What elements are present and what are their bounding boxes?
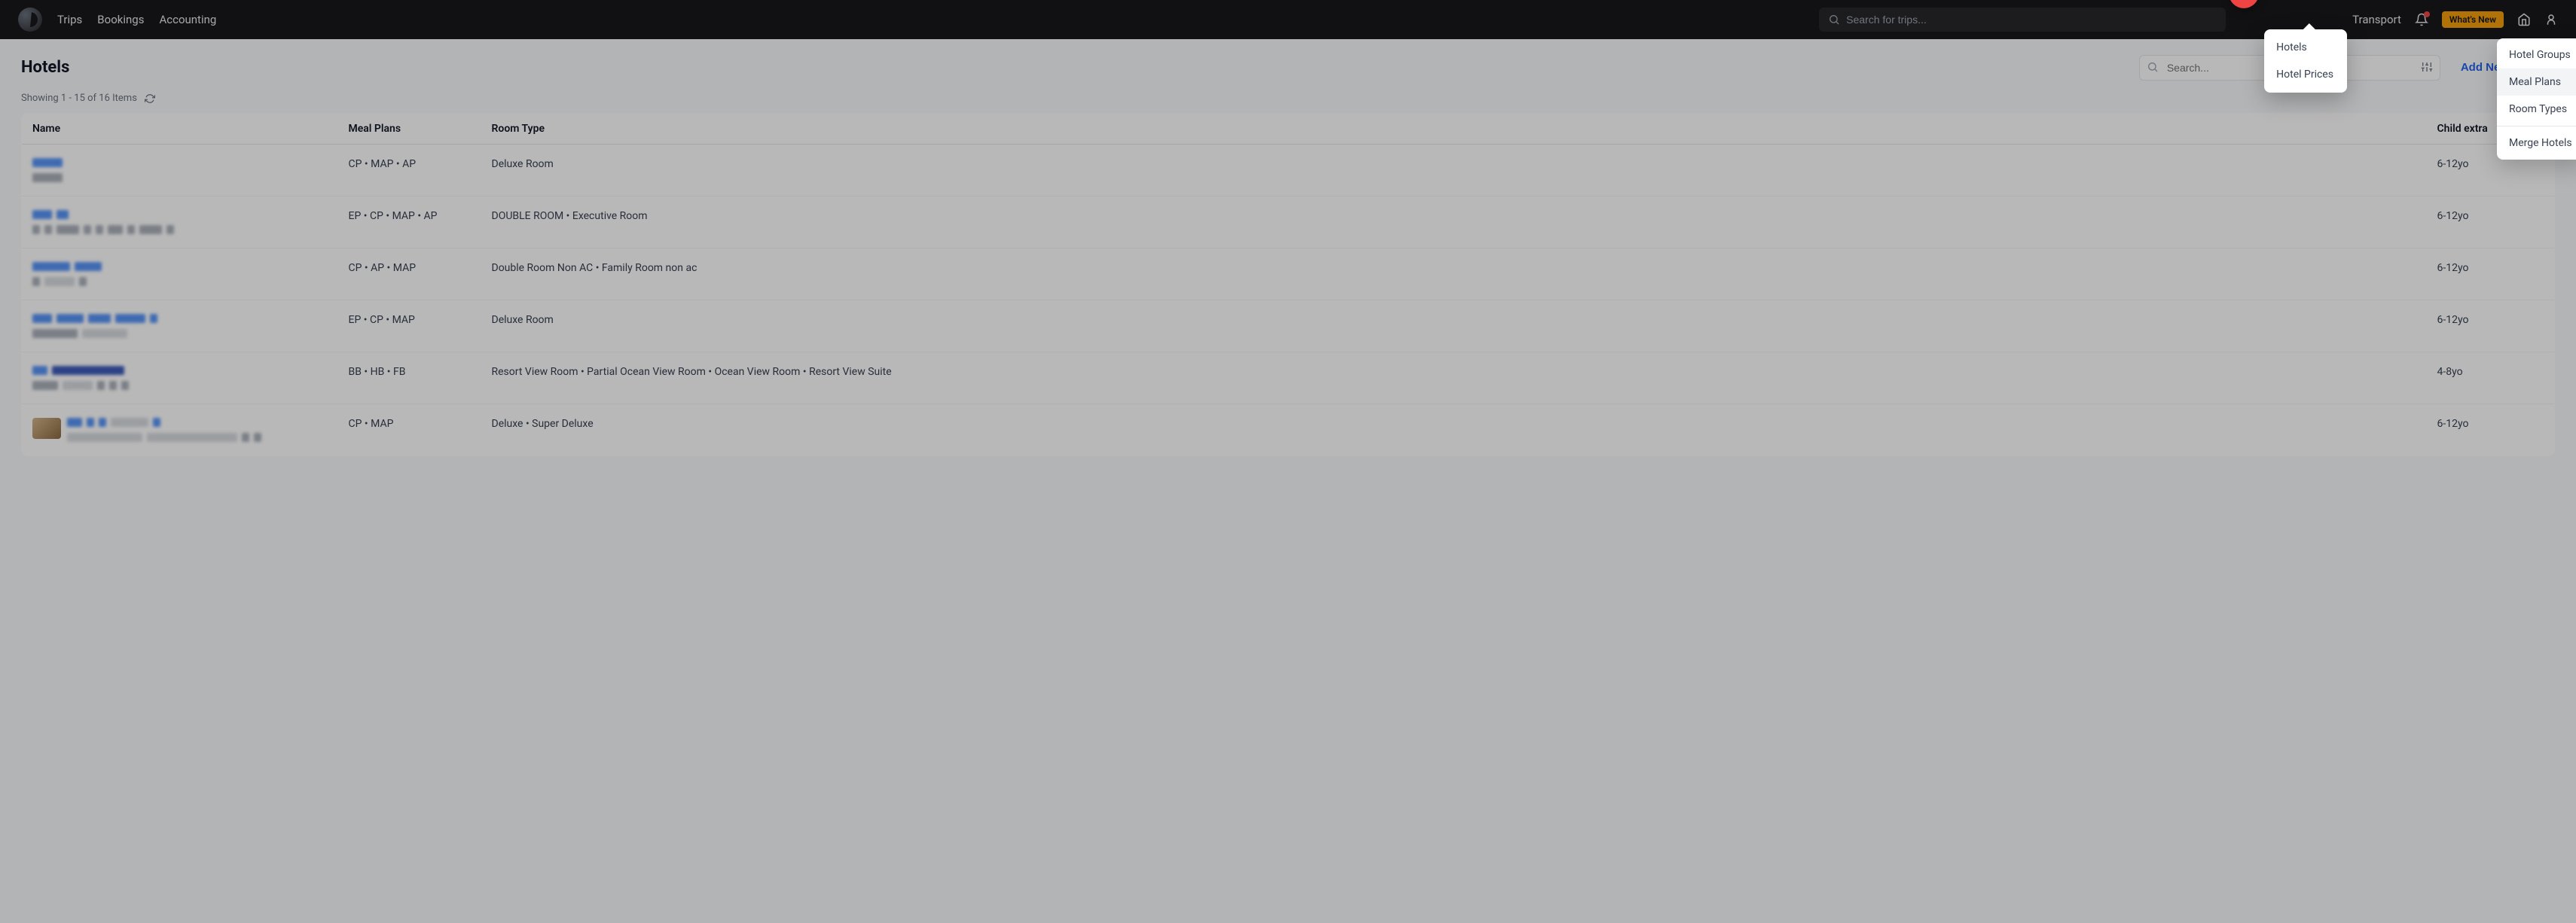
top-nav: Trips Bookings Accounting 1 Hotels Hotel…	[0, 0, 2576, 39]
user-icon[interactable]	[2544, 13, 2558, 26]
results-summary: Showing 1 - 15 of 16 Items	[0, 90, 2576, 113]
cell-child: 6-12yo	[2427, 248, 2555, 300]
home-icon[interactable]	[2517, 13, 2531, 26]
col-header-name[interactable]: Name	[22, 114, 338, 145]
cell-room: DOUBLE ROOM • Executive Room	[481, 196, 2427, 248]
more-room-types[interactable]: Room Types	[2497, 96, 2576, 123]
cell-room: Deluxe Room	[481, 145, 2427, 196]
more-merge-hotels[interactable]: Merge Hotels	[2497, 129, 2576, 157]
more-meal-plans[interactable]: Meal Plans	[2497, 69, 2576, 96]
hotel-name-redacted	[32, 158, 328, 182]
whats-new-badge[interactable]: What's New	[2442, 11, 2504, 28]
col-header-room-type[interactable]: Room Type	[481, 114, 2427, 145]
more-hotel-groups[interactable]: Hotel Groups	[2497, 41, 2576, 69]
nav-accounting[interactable]: Accounting	[159, 13, 216, 26]
cell-child: 6-12yo	[2427, 300, 2555, 352]
nav-bookings[interactable]: Bookings	[97, 13, 144, 26]
table-row[interactable]: EP • CP • MAP • AP DOUBLE ROOM • Executi…	[22, 196, 2555, 248]
search-icon	[2147, 61, 2159, 73]
cell-room: Deluxe Room	[481, 300, 2427, 352]
table-row[interactable]: CP • MAP • AP Deluxe Room 6-12yo	[22, 145, 2555, 196]
col-header-meal-plans[interactable]: Meal Plans	[338, 114, 481, 145]
hotels-dd-prices[interactable]: Hotel Prices	[2264, 61, 2347, 88]
cell-meal: CP • AP • MAP	[338, 248, 481, 300]
cell-room: Resort View Room • Partial Ocean View Ro…	[481, 352, 2427, 404]
cell-meal: BB • HB • FB	[338, 352, 481, 404]
nav-trips[interactable]: Trips	[57, 13, 82, 26]
cell-room: Double Room Non AC • Family Room non ac	[481, 248, 2427, 300]
table-row[interactable]: BB • HB • FB Resort View Room • Partial …	[22, 352, 2555, 404]
hotel-name-redacted	[32, 210, 328, 234]
cell-meal: EP • CP • MAP	[338, 300, 481, 352]
cell-child: 6-12yo	[2427, 404, 2555, 456]
hotel-name-redacted	[32, 314, 328, 338]
table-row[interactable]: EP • CP • MAP Deluxe Room 6-12yo	[22, 300, 2555, 352]
filter-settings-icon[interactable]	[2421, 61, 2433, 73]
cell-meal: CP • MAP • AP	[338, 145, 481, 196]
hotels-table: Name Meal Plans Room Type Child extra CP…	[21, 113, 2555, 456]
hotel-name-redacted	[32, 418, 328, 442]
search-icon	[1828, 14, 1840, 26]
primary-nav: Trips Bookings Accounting	[57, 13, 216, 26]
cell-child: 6-12yo	[2427, 196, 2555, 248]
cell-meal: CP • MAP	[338, 404, 481, 456]
app-logo[interactable]	[18, 8, 42, 32]
cell-meal: EP • CP • MAP • AP	[338, 196, 481, 248]
nav-hotels[interactable]: 1 Hotels Hotels Hotel Prices	[2256, 0, 2339, 58]
global-search	[1819, 8, 2226, 32]
more-actions-button[interactable]: Hotel Groups Meal Plans Room Types Merge…	[2529, 55, 2555, 81]
page-header: Hotels Add New Hotel Groups Meal Plans R…	[0, 39, 2576, 90]
notification-dot	[2424, 11, 2430, 17]
notifications-button[interactable]	[2415, 13, 2428, 26]
global-search-input[interactable]	[1819, 8, 2226, 32]
hotel-name-redacted	[32, 366, 328, 390]
tour-step-badge: 1	[2229, 0, 2259, 8]
cell-child: 4-8yo	[2427, 352, 2555, 404]
table-row[interactable]: CP • MAP Deluxe • Super Deluxe 6-12yo	[22, 404, 2555, 456]
hotels-dd-hotels[interactable]: Hotels	[2264, 34, 2347, 61]
showing-text: Showing 1 - 15 of 16 Items	[21, 93, 137, 104]
cell-room: Deluxe • Super Deluxe	[481, 404, 2427, 456]
more-actions-dropdown: Hotel Groups Meal Plans Room Types Merge…	[2497, 38, 2576, 160]
page-title: Hotels	[21, 58, 69, 77]
hotels-dropdown: Hotels Hotel Prices	[2264, 29, 2347, 93]
nav-transport[interactable]: Transport	[2352, 13, 2401, 26]
table-row[interactable]: CP • AP • MAP Double Room Non AC • Famil…	[22, 248, 2555, 300]
refresh-icon[interactable]	[145, 93, 155, 104]
hotels-table-wrap: Name Meal Plans Room Type Child extra CP…	[0, 113, 2576, 474]
hotel-name-redacted	[32, 262, 328, 286]
